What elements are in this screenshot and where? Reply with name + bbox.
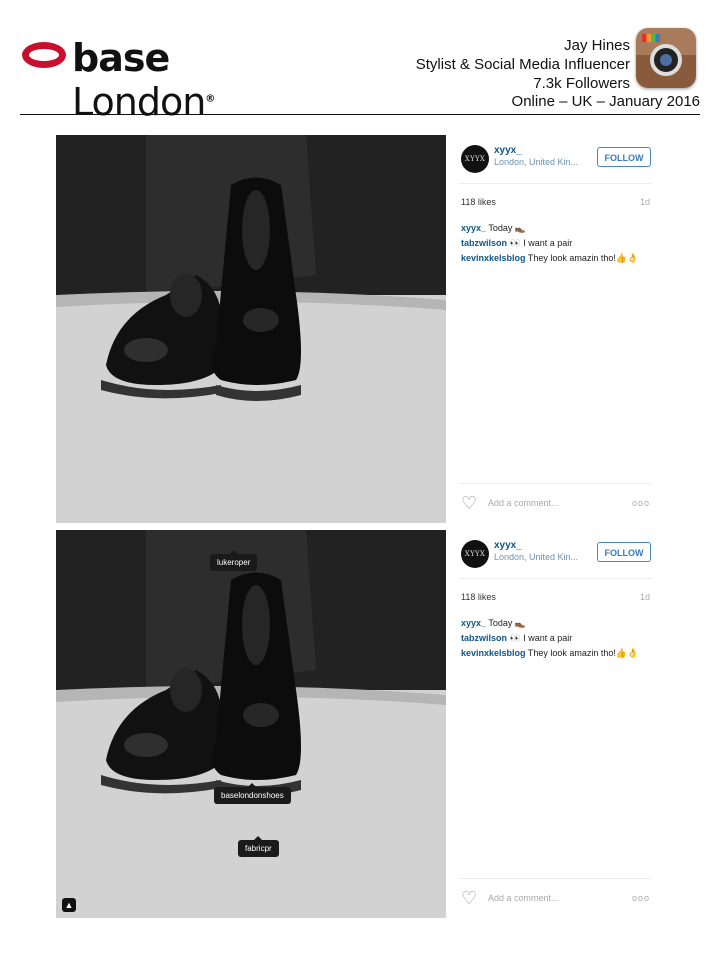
- more-options-icon[interactable]: ooo: [632, 893, 650, 903]
- post-side-panel: XYYX xyyx_ London, United Kin... FOLLOW …: [456, 135, 652, 523]
- comment-text: They look amazin tho!👍👌: [525, 648, 639, 658]
- post-location[interactable]: London, United Kin...: [494, 552, 578, 562]
- likes-count[interactable]: 118 likes: [461, 197, 496, 207]
- logo-ring-icon: [22, 42, 66, 68]
- comment-text: Today 👞: [486, 618, 527, 628]
- comment-item: kevinxkelsblog They look amazin tho!👍👌: [461, 646, 646, 661]
- comment-text: Today 👞: [486, 223, 527, 233]
- comment-list: xyyx_ Today 👞 tabzwilson 👀 I want a pair…: [461, 221, 646, 266]
- base-london-logo: base London®: [22, 36, 322, 124]
- post-side-panel: XYYX xyyx_ London, United Kin... FOLLOW …: [456, 530, 652, 918]
- comment-list: xyyx_ Today 👞 tabzwilson 👀 I want a pair…: [461, 616, 646, 661]
- panel-bottom-divider: [459, 483, 652, 484]
- comment-text: 👀 I want a pair: [507, 633, 573, 643]
- comment-item: xyyx_ Today 👞: [461, 616, 646, 631]
- influencer-name: Jay Hines: [564, 37, 630, 54]
- tagged-people-icon[interactable]: ▲: [62, 898, 76, 912]
- more-options-icon[interactable]: ooo: [632, 498, 650, 508]
- comment-user[interactable]: kevinxkelsblog: [461, 648, 526, 658]
- add-comment-input[interactable]: Add a comment...: [488, 893, 559, 903]
- panel-divider: [459, 183, 652, 184]
- instagram-camera-icon: [636, 28, 696, 88]
- follower-count: 7.3k Followers: [533, 75, 630, 92]
- comment-item: kevinxkelsblog They look amazin tho!👍👌: [461, 251, 646, 266]
- post-username[interactable]: xyyx_: [494, 540, 522, 551]
- post-photo: [56, 135, 446, 523]
- post-photo: lukeroper baselondonshoes fabricpr ▲: [56, 530, 446, 918]
- header-divider: [20, 114, 700, 115]
- comment-text: They look amazin tho!👍👌: [525, 253, 639, 263]
- comment-text: 👀 I want a pair: [507, 238, 573, 248]
- follow-button[interactable]: FOLLOW: [597, 147, 651, 167]
- likes-count[interactable]: 118 likes: [461, 592, 496, 602]
- comment-user[interactable]: tabzwilson: [461, 238, 507, 248]
- coverage-line: Online – UK – January 2016: [511, 93, 700, 110]
- photo-tag[interactable]: fabricpr: [238, 836, 279, 857]
- influencer-role: Stylist & Social Media Influencer: [415, 56, 630, 73]
- photo-tag[interactable]: baselondonshoes: [214, 783, 291, 804]
- panel-bottom-divider: [459, 878, 652, 879]
- avatar[interactable]: XYYX: [461, 145, 489, 173]
- instagram-post-2: lukeroper baselondonshoes fabricpr ▲ XYY…: [56, 530, 652, 918]
- follow-button[interactable]: FOLLOW: [597, 542, 651, 562]
- comment-user[interactable]: tabzwilson: [461, 633, 507, 643]
- heart-icon[interactable]: ♡: [461, 889, 477, 907]
- influencer-info: Jay Hines Stylist & Social Media Influen…: [416, 36, 630, 93]
- comment-item: tabzwilson 👀 I want a pair: [461, 236, 646, 251]
- comment-item: xyyx_ Today 👞: [461, 221, 646, 236]
- logo-wordmark: base London®: [72, 36, 215, 124]
- comment-user[interactable]: xyyx_: [461, 618, 486, 628]
- heart-icon[interactable]: ♡: [461, 494, 477, 512]
- instagram-post-1: XYYX xyyx_ London, United Kin... FOLLOW …: [56, 135, 652, 523]
- comment-item: tabzwilson 👀 I want a pair: [461, 631, 646, 646]
- avatar[interactable]: XYYX: [461, 540, 489, 568]
- panel-divider: [459, 578, 652, 579]
- post-location[interactable]: London, United Kin...: [494, 157, 578, 167]
- post-age: 1d: [639, 592, 650, 602]
- comment-user[interactable]: kevinxkelsblog: [461, 253, 526, 263]
- add-comment-input[interactable]: Add a comment...: [488, 498, 559, 508]
- post-age: 1d: [639, 197, 650, 207]
- comment-user[interactable]: xyyx_: [461, 223, 486, 233]
- photo-tag[interactable]: lukeroper: [210, 550, 258, 571]
- post-username[interactable]: xyyx_: [494, 145, 522, 156]
